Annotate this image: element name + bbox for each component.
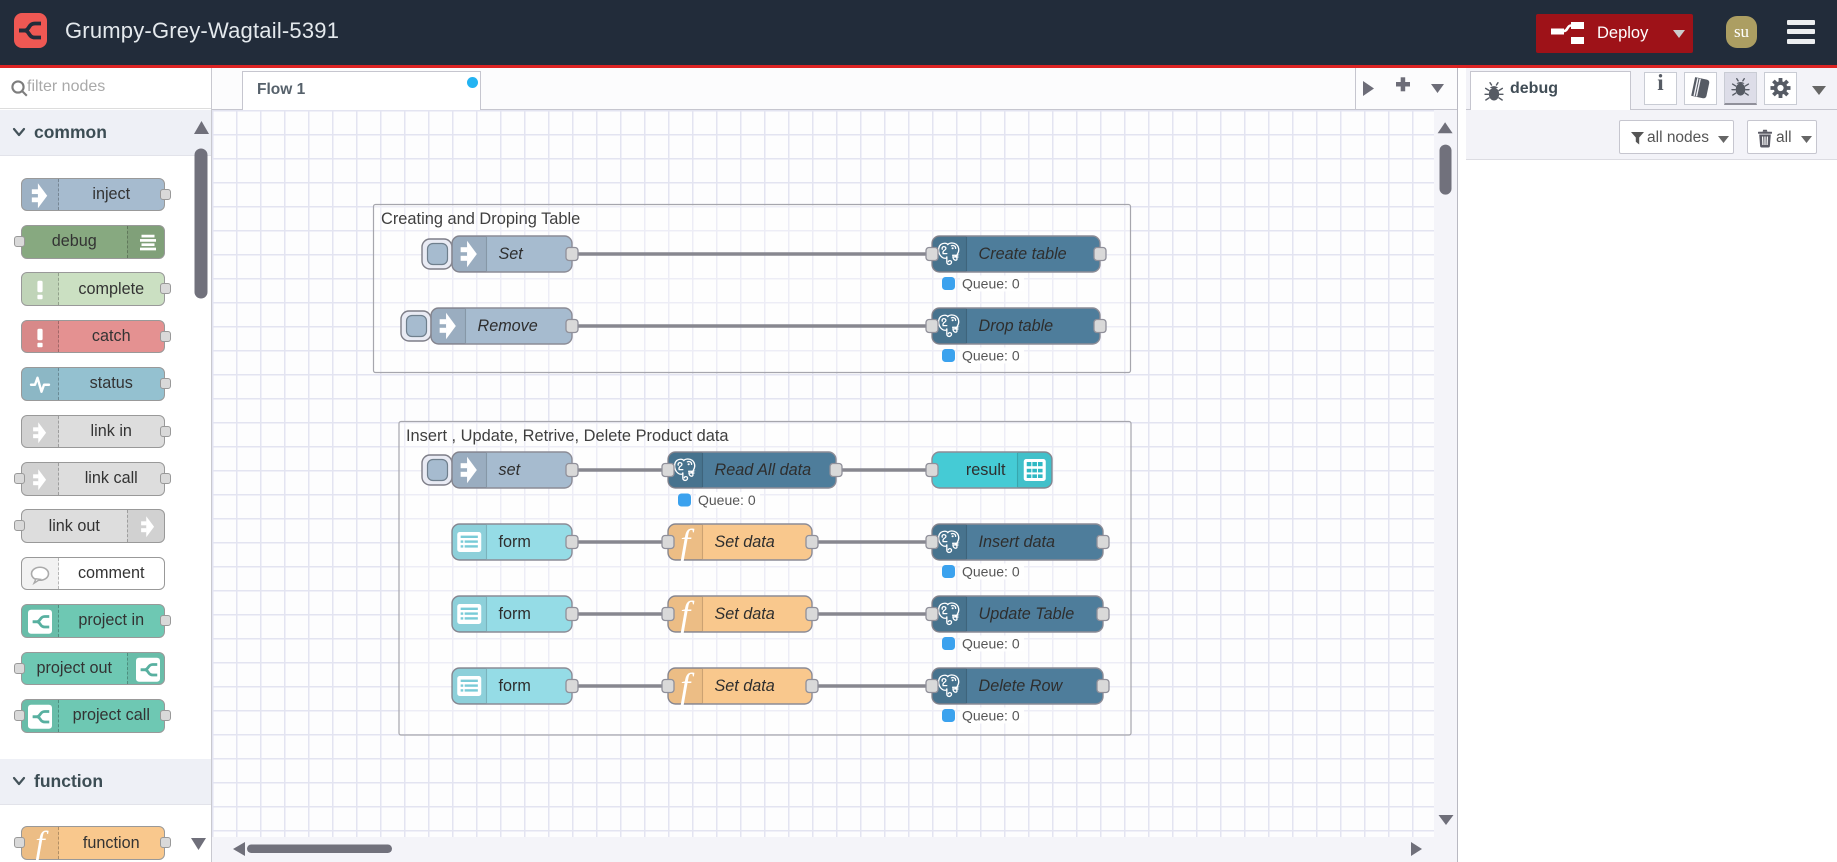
svg-text:f: f xyxy=(35,826,49,862)
svg-text:i: i xyxy=(1657,73,1664,95)
